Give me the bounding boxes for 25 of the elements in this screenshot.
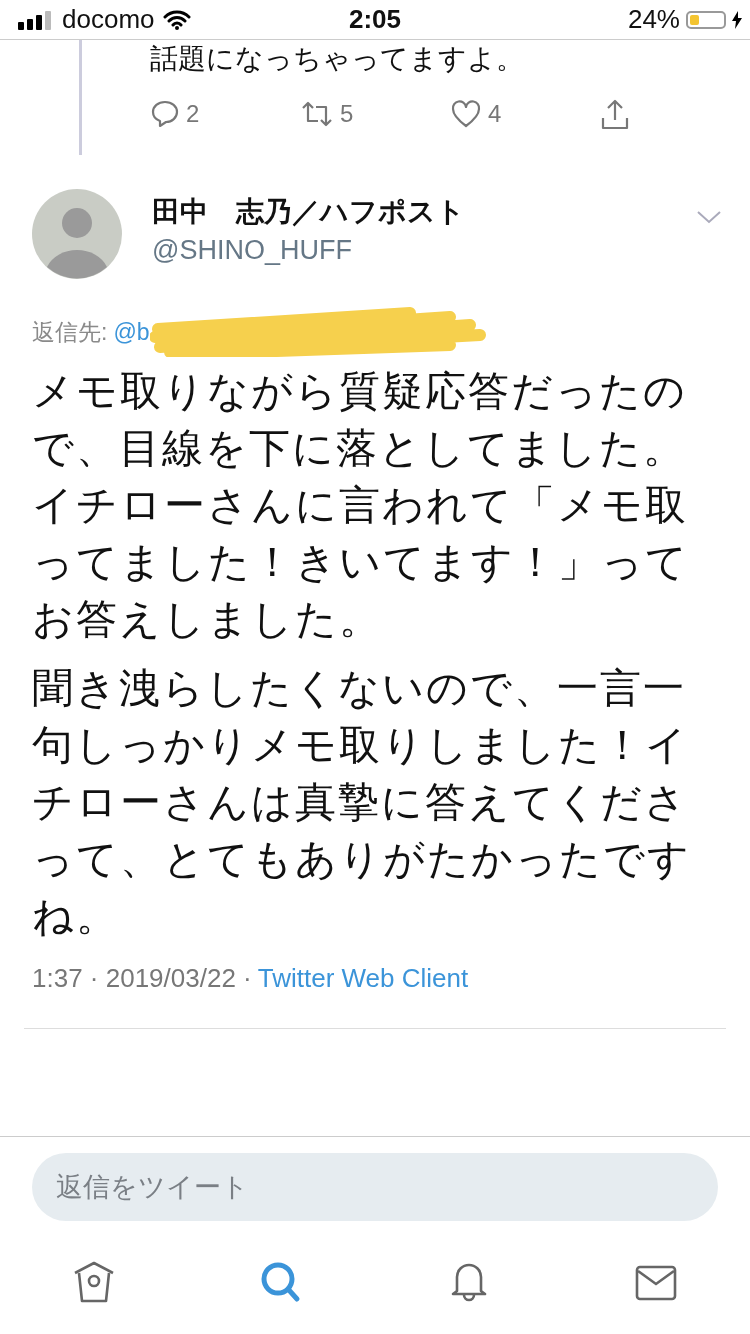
tweet-text: メモ取りながら質疑応答だったので、目線を下に落としてました。イチローさんに言われて「メモ取ってました！きいてます！」ってお答えしました。	[32, 367, 690, 644]
battery-percent: 24%	[627, 4, 680, 35]
retweet-icon[interactable]	[300, 99, 334, 129]
reply-to-label: 返信先:	[32, 317, 108, 347]
user-handle[interactable]: @SHINO_HUFF	[152, 235, 465, 266]
share-icon[interactable]	[600, 98, 630, 130]
charging-icon	[732, 10, 742, 29]
tweet-text: 聞き洩らしたくないので、一言一句しっかりメモ取りしました！イチローさんは真摯に答えてくださって、とてもありがたかったですね。	[32, 664, 692, 941]
reply-to-link[interactable]: @b	[113, 318, 150, 346]
heart-icon[interactable]	[450, 99, 482, 129]
action-count: 2	[186, 100, 200, 128]
action-count: 4	[488, 100, 502, 128]
action-count: 5	[340, 100, 354, 128]
reply-icon[interactable]	[150, 99, 180, 129]
tweet-text: 話題になっちゃってますよ。	[150, 42, 525, 76]
user-name[interactable]: 田中 志乃／ハフポスト	[152, 193, 465, 231]
reply-input-field[interactable]: 返信をツイート	[32, 1153, 718, 1221]
source-link[interactable]: Twitter Web Client	[257, 963, 469, 994]
clock: 2:05	[349, 4, 401, 35]
carrier-label: docomo	[62, 4, 155, 35]
tweet-timestamp: 1:37 · 2019/03/22 ·	[32, 963, 252, 994]
signal-icon	[18, 9, 54, 30]
wifi-icon	[162, 9, 191, 30]
chevron-down-icon[interactable]	[696, 209, 722, 225]
battery-icon	[686, 10, 726, 29]
